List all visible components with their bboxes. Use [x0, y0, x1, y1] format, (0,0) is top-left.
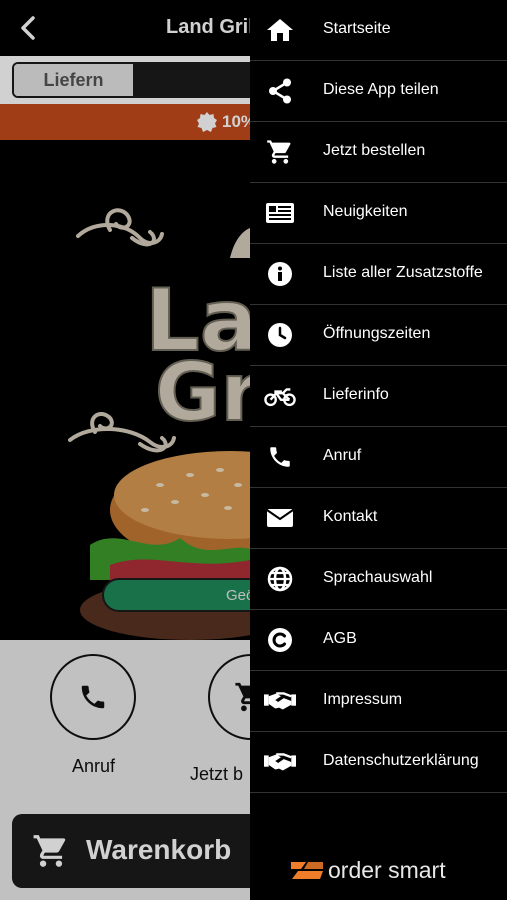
- order-smart-logo-icon: [291, 862, 323, 879]
- menu-label: AGB: [323, 630, 357, 647]
- info-icon: [264, 260, 296, 288]
- menu-label: Sprachauswahl: [323, 569, 433, 586]
- globe-icon: [264, 565, 296, 593]
- menu-label: Diese App teilen: [323, 81, 439, 98]
- handshake-icon: [264, 748, 296, 776]
- menu-label: Anruf: [323, 447, 362, 464]
- menu-item-imprint[interactable]: Impressum: [250, 671, 507, 732]
- menu-label: Neuigkeiten: [323, 203, 408, 220]
- menu-item-order[interactable]: Jetzt bestellen: [250, 122, 507, 183]
- menu-label: Startseite: [323, 20, 391, 37]
- copyright-icon: [264, 626, 296, 654]
- menu-item-opening-hours[interactable]: Öffnungszeiten: [250, 305, 507, 366]
- menu-item-additives[interactable]: Liste aller Zusatzstoffe: [250, 244, 507, 305]
- menu-item-delivery-info[interactable]: Lieferinfo: [250, 366, 507, 427]
- menu-label: Lieferinfo: [323, 386, 389, 403]
- handshake-icon: [264, 687, 296, 715]
- menu-label: Kontakt: [323, 508, 378, 525]
- cart-icon: [264, 138, 296, 166]
- share-icon: [264, 77, 296, 105]
- menu-label: Öffnungszeiten: [323, 325, 431, 342]
- clock-icon: [264, 321, 296, 349]
- menu-item-contact[interactable]: Kontakt: [250, 488, 507, 549]
- menu-label: Liste aller Zusatzstoffe: [323, 264, 483, 281]
- menu-label: Datenschutzerklärung: [323, 752, 479, 769]
- menu-label: Impressum: [323, 691, 403, 708]
- menu-item-share[interactable]: Diese App teilen: [250, 61, 507, 122]
- menu-item-terms[interactable]: AGB: [250, 610, 507, 671]
- phone-icon: [264, 443, 296, 471]
- motorbike-icon: [264, 382, 296, 410]
- menu-item-call[interactable]: Anruf: [250, 427, 507, 488]
- menu-item-news[interactable]: Neuigkeiten: [250, 183, 507, 244]
- menu-item-privacy[interactable]: Datenschutzerklärung: [250, 732, 507, 793]
- brand-text: order smart: [328, 856, 446, 883]
- menu-label: Jetzt bestellen: [323, 142, 426, 159]
- home-icon: [264, 16, 296, 44]
- newspaper-icon: [264, 199, 296, 227]
- brand-logo: order smart: [290, 854, 446, 886]
- menu-item-startseite[interactable]: Startseite: [250, 0, 507, 61]
- menu-item-language[interactable]: Sprachauswahl: [250, 549, 507, 610]
- side-menu: Startseite Diese App teilen Jetzt bestel…: [250, 0, 507, 900]
- envelope-icon: [264, 504, 296, 532]
